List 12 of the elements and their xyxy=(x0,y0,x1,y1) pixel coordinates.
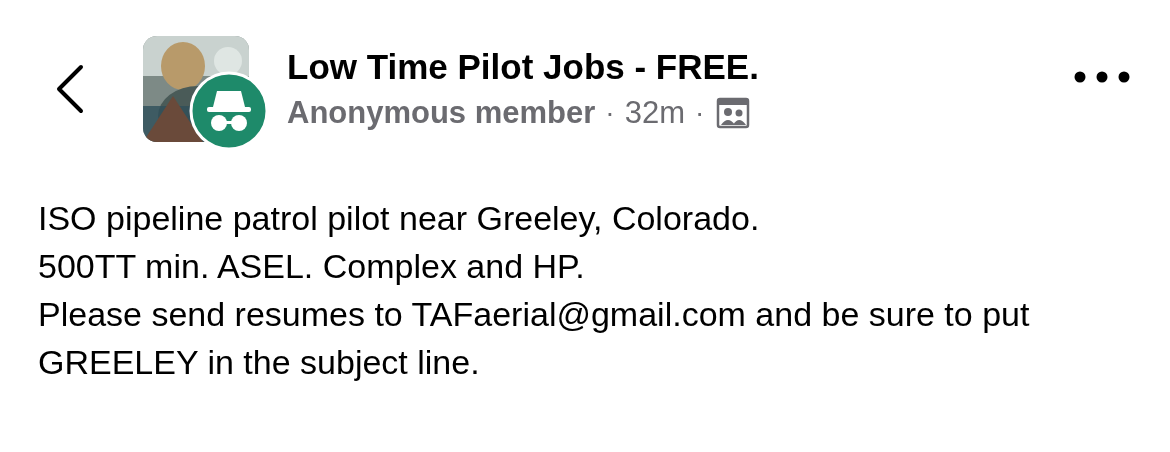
group-name[interactable]: Low Time Pilot Jobs - FREE. xyxy=(287,45,1074,89)
separator: · xyxy=(695,96,705,130)
post-text: 500TT min. ASEL. Complex and HP. xyxy=(38,246,586,287)
post-text: Please send resumes to TAFaerial@gmail.com and be sure to put GREELEY in the subject line. xyxy=(38,294,1031,383)
post-time: 32m xyxy=(624,94,685,132)
back-icon[interactable] xyxy=(55,64,85,114)
post-text: ISO pipeline patrol pilot near Greeley, Colorado. xyxy=(38,198,761,239)
more-icon[interactable] xyxy=(1074,71,1130,83)
incognito-icon xyxy=(189,71,269,151)
author-name: Anonymous member xyxy=(287,94,596,132)
separator: · xyxy=(605,96,615,130)
group-icon xyxy=(716,97,751,129)
